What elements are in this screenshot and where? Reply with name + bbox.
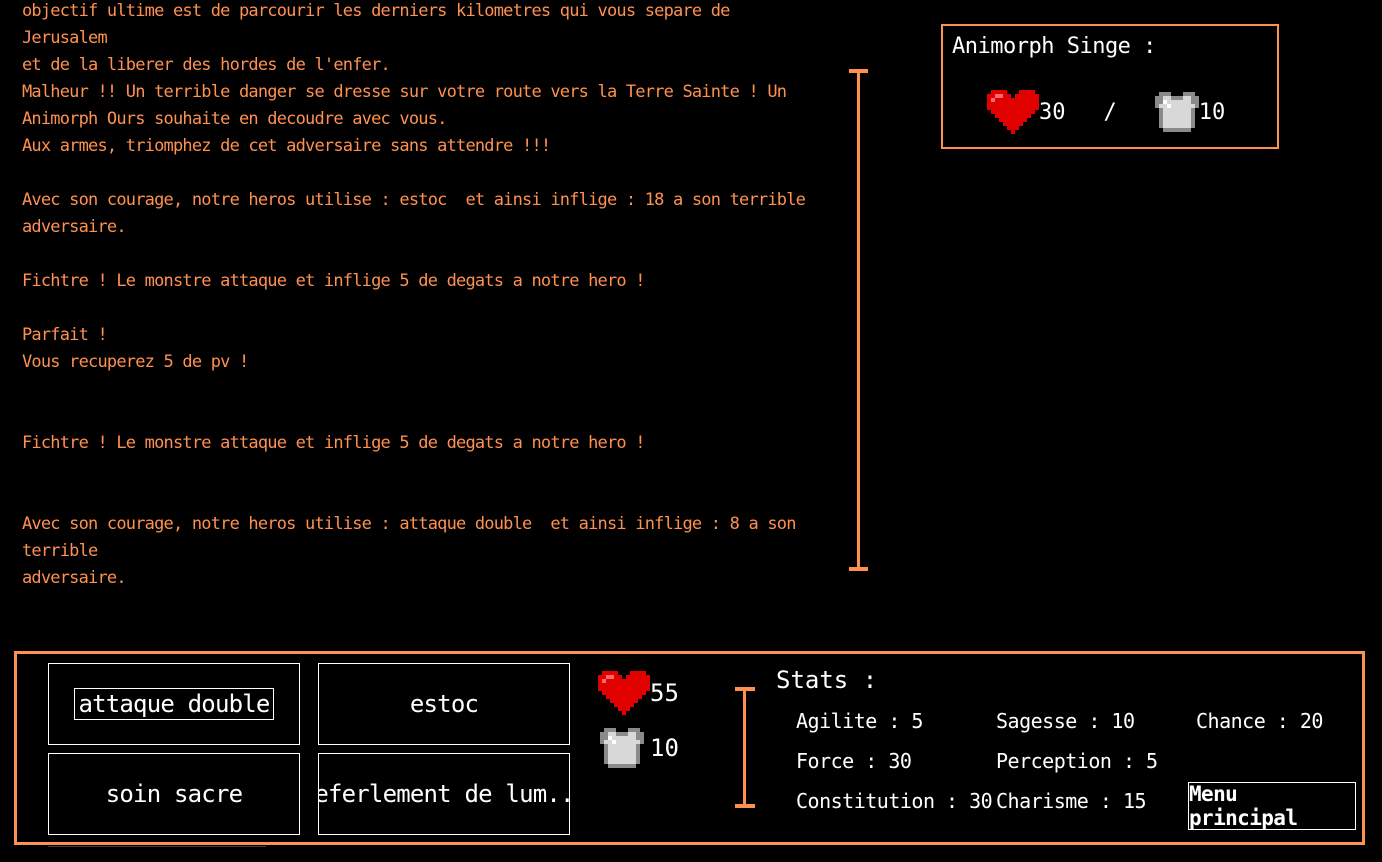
heart-icon <box>598 671 650 715</box>
stats-title: Stats : <box>776 666 878 694</box>
player-hp-value: 55 <box>650 679 679 707</box>
enemy-hp: 30 <box>1039 99 1066 125</box>
stat-constitution: Constitution : 30 <box>796 789 993 813</box>
log-line: Avec son courage, notre heros utilise : … <box>22 190 806 210</box>
stats-divider-cap-bottom <box>735 804 755 808</box>
armor-icon <box>1154 92 1199 132</box>
log-scrollbar-cap-bottom <box>849 567 868 571</box>
skill-button-soin-sacre[interactable]: soin sacre <box>48 753 300 835</box>
footer-divider <box>48 846 266 847</box>
combat-log: objectif ultime est de parcourir les der… <box>22 0 822 618</box>
stat-perception: Perception : 5 <box>996 749 1158 773</box>
skill-label: attaque double <box>74 688 274 720</box>
main-menu-button[interactable]: Menu principal <box>1188 782 1356 830</box>
log-line: Fichtre ! Le monstre attaque et inflige … <box>22 433 646 453</box>
log-line: Avec son courage, notre heros utilise : … <box>22 514 806 561</box>
log-line: Malheur !! Un terrible danger se dresse … <box>22 82 787 102</box>
stat-charisme: Charisme : 15 <box>996 789 1147 813</box>
stat-force: Force : 30 <box>796 749 912 773</box>
stat-sagesse: Sagesse : 10 <box>996 709 1135 733</box>
stats-divider-cap-top <box>735 687 755 691</box>
player-armor: 10 <box>600 727 679 769</box>
log-line: Parfait ! <box>22 325 108 345</box>
skill-label: deferlement de lum... <box>319 780 569 808</box>
enemy-stats: 30 / 10 <box>987 89 1225 135</box>
enemy-name: Animorph Singe : <box>952 34 1156 59</box>
enemy-stat-separator: / <box>1103 99 1117 125</box>
log-line: Animorph Ours souhaite en decoudre avec … <box>22 109 447 129</box>
enemy-armor: 10 <box>1198 99 1226 125</box>
log-line: objectif ultime est de parcourir les der… <box>22 1 740 48</box>
skill-label: soin sacre <box>105 780 243 808</box>
skill-button-estoc[interactable]: estoc <box>318 663 570 745</box>
player-hp: 55 <box>598 670 679 716</box>
enemy-panel: Animorph Singe : 30 / 10 <box>941 24 1279 149</box>
player-armor-value: 10 <box>650 734 679 762</box>
stat-chance: Chance : 20 <box>1196 709 1323 733</box>
log-scrollbar[interactable] <box>857 70 860 570</box>
skill-label: estoc <box>409 690 479 718</box>
log-scrollbar-cap-top <box>849 69 868 73</box>
skill-button-attaque-double[interactable]: attaque double <box>48 663 300 745</box>
log-line: adversaire. <box>22 568 127 588</box>
armor-icon <box>600 728 644 768</box>
log-line: adversaire. <box>22 217 127 237</box>
stats-divider <box>743 689 746 807</box>
log-line: Aux armes, triomphez de cet adversaire s… <box>22 136 551 156</box>
stat-agilite: Agilite : 5 <box>796 709 923 733</box>
log-line: et de la liberer des hordes de l'enfer. <box>22 55 391 75</box>
log-line: Fichtre ! Le monstre attaque et inflige … <box>22 271 646 291</box>
heart-icon <box>987 90 1039 134</box>
skill-button-deferlement[interactable]: deferlement de lum... <box>318 753 570 835</box>
log-line: Vous recuperez 5 de pv ! <box>22 352 249 372</box>
